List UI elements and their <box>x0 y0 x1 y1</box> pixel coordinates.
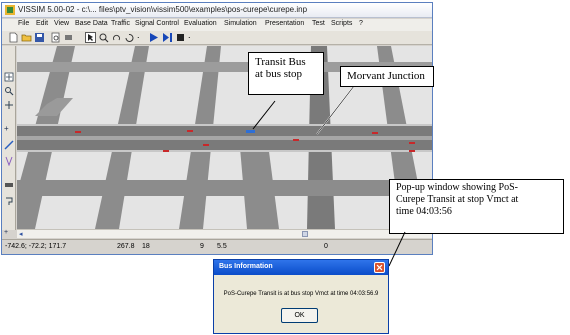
network-icon[interactable] <box>4 72 14 82</box>
stop-icon[interactable] <box>175 32 186 43</box>
print-preview-icon[interactable] <box>50 32 61 43</box>
magnifier-icon[interactable] <box>4 86 14 96</box>
title-bar[interactable]: VISSIM 5.00-02 - c:\... files\ptv_vision… <box>2 3 432 18</box>
vissim-window: VISSIM 5.00-02 - c:\... files\ptv_vision… <box>1 2 433 255</box>
callout-popup-text: Pop-up window showing PoS- Curepe Transi… <box>396 182 519 217</box>
vehicle-2 <box>187 130 193 132</box>
toolbar-separator-dot-2: . <box>188 30 191 40</box>
menu-help[interactable]: ? <box>359 20 363 27</box>
menu-test[interactable]: Test <box>312 20 325 27</box>
step-icon[interactable] <box>162 32 173 43</box>
menu-simulation[interactable]: Simulation <box>224 20 257 27</box>
main-toolbar: . . <box>2 30 432 45</box>
menu-signal-control[interactable]: Signal Control <box>135 20 179 27</box>
dialog-title: Bus Information <box>219 263 273 270</box>
callout-popup-window: Pop-up window showing PoS- Curepe Transi… <box>389 179 564 234</box>
expand-toolbar-icon-2[interactable]: + <box>4 229 8 236</box>
scroll-left-arrow-icon[interactable]: ◂ <box>19 230 23 238</box>
bus-information-dialog: Bus Information PoS-Curepe Transit is at… <box>213 259 389 334</box>
expand-toolbar-icon[interactable]: + <box>4 124 14 134</box>
left-toolbar: + <box>2 46 16 230</box>
menu-edit[interactable]: Edit <box>36 20 48 27</box>
open-folder-icon[interactable] <box>21 32 32 43</box>
transit-bus <box>246 130 255 133</box>
zoom-icon[interactable] <box>98 32 109 43</box>
menu-file[interactable]: File <box>18 20 29 27</box>
callout-transit-bus: Transit Bus at bus stop <box>248 52 324 95</box>
vehicle-7 <box>409 150 415 152</box>
callout-transit-bus-text: Transit Bus at bus stop <box>255 56 306 80</box>
vehicle-3 <box>293 139 299 141</box>
toolbar-separator-dot: . <box>137 30 140 40</box>
pan-icon[interactable] <box>4 100 14 110</box>
dropdown-icon[interactable] <box>63 32 74 43</box>
menu-traffic[interactable]: Traffic <box>111 20 130 27</box>
dialog-title-bar[interactable]: Bus Information <box>214 260 388 275</box>
vissim-app-icon <box>5 5 15 15</box>
status-field-5: 5.5 <box>217 243 227 250</box>
menu-view[interactable]: View <box>54 20 69 27</box>
new-file-icon[interactable] <box>8 32 19 43</box>
vehicle-1 <box>75 131 81 133</box>
horizontal-scrollbar[interactable]: ◂ <box>17 229 432 238</box>
status-field-6: 0 <box>324 243 328 250</box>
callout-morvant-junction: Morvant Junction <box>340 66 434 87</box>
callout-morvant-text: Morvant Junction <box>347 70 425 82</box>
run-icon[interactable] <box>148 32 159 43</box>
status-field-2: 267.8 <box>117 243 135 250</box>
status-bar: -742.6; -72.2; 171.7 267.8 18 9 5.5 0 <box>2 239 432 254</box>
select-icon[interactable] <box>85 32 96 43</box>
menu-base-data[interactable]: Base Data <box>75 20 108 27</box>
signal-tool-icon[interactable] <box>4 196 14 206</box>
vehicle-5 <box>163 150 169 152</box>
window-title: VISSIM 5.00-02 - c:\... files\ptv_vision… <box>18 5 308 14</box>
menu-bar: File Edit View Base Data Traffic Signal … <box>2 19 432 31</box>
ok-button[interactable]: OK <box>281 308 318 323</box>
vehicle-8 <box>203 144 209 146</box>
vehicle-6 <box>409 142 415 144</box>
menu-presentation[interactable]: Presentation <box>265 20 304 27</box>
link-tool-icon[interactable] <box>4 140 14 150</box>
status-field-4: 9 <box>200 243 204 250</box>
vehicle-4 <box>372 132 378 134</box>
vehicle-tool-icon[interactable] <box>4 180 14 190</box>
scroll-thumb[interactable] <box>302 231 308 237</box>
dialog-message: PoS-Curepe Transit is at bus stop Vmct a… <box>223 291 379 297</box>
save-icon[interactable] <box>34 32 45 43</box>
status-coordinates: -742.6; -72.2; 171.7 <box>5 243 67 250</box>
rotate-icon[interactable] <box>111 32 122 43</box>
callout-popup-leader <box>388 231 406 267</box>
menu-scripts[interactable]: Scripts <box>331 20 352 27</box>
connector-tool-icon[interactable] <box>4 156 14 166</box>
status-field-3: 18 <box>142 243 150 250</box>
refresh-icon[interactable] <box>124 32 135 43</box>
menu-evaluation[interactable]: Evaluation <box>184 20 217 27</box>
close-icon[interactable] <box>374 262 385 273</box>
